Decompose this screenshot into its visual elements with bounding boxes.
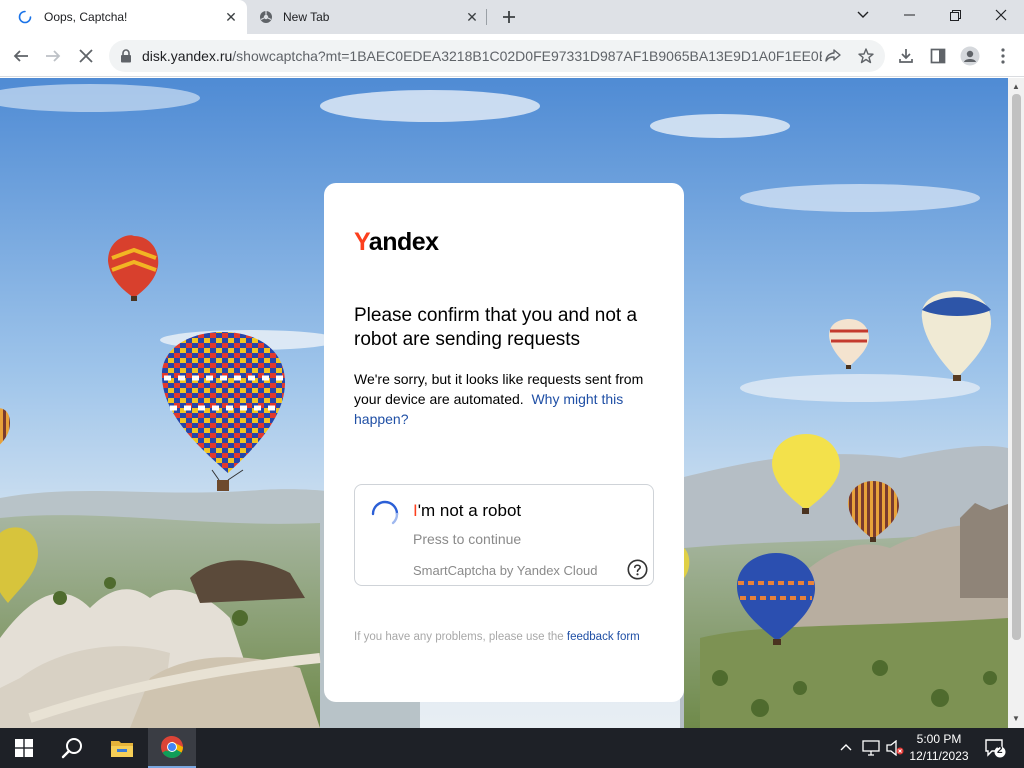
logo-letter: Y bbox=[354, 228, 369, 256]
more-icon[interactable] bbox=[990, 43, 1016, 69]
tab-title: Oops, Captcha! bbox=[44, 10, 128, 24]
back-arrow-icon[interactable] bbox=[8, 43, 34, 69]
star-icon[interactable] bbox=[855, 45, 877, 67]
checkbox-label-rest: 'm not a robot bbox=[417, 501, 522, 520]
smartcaptcha-brand: SmartCaptcha by Yandex Cloud bbox=[413, 563, 598, 578]
scroll-down-icon[interactable]: ▼ bbox=[1012, 714, 1020, 723]
clock-date: 12/11/2023 bbox=[909, 749, 969, 763]
clock-time: 5:00 PM bbox=[916, 732, 962, 746]
url-text[interactable]: disk.yandex.ru/showcaptcha?mt=1BAEC0EDEA… bbox=[142, 48, 822, 64]
tab-title: New Tab bbox=[283, 10, 330, 24]
tab-strip: Oops, Captcha! ✕ New Tab ✕ bbox=[0, 0, 1024, 34]
windows-start-icon[interactable] bbox=[0, 728, 48, 768]
tab-captcha[interactable]: Oops, Captcha! ✕ bbox=[0, 0, 247, 34]
network-icon[interactable] bbox=[862, 740, 880, 759]
side-panel-icon[interactable] bbox=[925, 43, 951, 69]
system-clock[interactable]: 5:00 PM 12/11/2023 bbox=[904, 731, 974, 765]
minimize-icon[interactable] bbox=[886, 0, 932, 30]
windows-taskbar: 5:00 PM 12/11/2023 2 bbox=[0, 728, 1024, 768]
captcha-description: We're sorry, but it looks like requests … bbox=[354, 369, 659, 429]
tab-search-chevron-icon[interactable] bbox=[840, 0, 886, 30]
restore-icon[interactable] bbox=[932, 0, 978, 30]
address-bar[interactable]: disk.yandex.ru/showcaptcha?mt=1BAEC0EDEA… bbox=[109, 40, 885, 72]
plus-icon[interactable] bbox=[499, 7, 519, 27]
volume-muted-icon[interactable] bbox=[886, 739, 904, 759]
loading-spinner-icon bbox=[18, 10, 32, 24]
notification-count: 2 bbox=[997, 745, 1003, 756]
feedback-form-link[interactable]: feedback form bbox=[567, 631, 640, 643]
not-a-robot-checkbox[interactable]: I'm not a robot Press to continue SmartC… bbox=[354, 484, 654, 586]
globe-icon bbox=[260, 11, 272, 23]
page-viewport: Yandex Please confirm that you and not a… bbox=[0, 78, 1008, 728]
captcha-heading: Please confirm that you and not a robot … bbox=[354, 305, 638, 350]
chrome-icon[interactable] bbox=[148, 728, 196, 768]
checkbox-label: I'm not a robot bbox=[413, 501, 521, 521]
close-icon[interactable]: ✕ bbox=[223, 9, 239, 25]
help-icon[interactable] bbox=[627, 559, 648, 580]
search-icon[interactable] bbox=[48, 728, 96, 768]
close-icon[interactable]: ✕ bbox=[464, 9, 480, 25]
file-explorer-icon[interactable] bbox=[98, 728, 146, 768]
stop-icon[interactable] bbox=[73, 43, 99, 69]
chevron-up-icon[interactable] bbox=[840, 739, 852, 754]
captcha-footer: If you have any problems, please use the… bbox=[354, 628, 654, 646]
profile-icon[interactable] bbox=[957, 43, 983, 69]
captcha-card: Yandex Please confirm that you and not a… bbox=[324, 183, 684, 702]
yandex-logo[interactable]: Yandex bbox=[354, 228, 439, 257]
loading-spinner-icon bbox=[371, 500, 399, 525]
url-path: /showcaptcha?mt=1BAEC0EDEA3218B1C02D0FE9… bbox=[232, 48, 822, 64]
share-icon[interactable] bbox=[822, 45, 844, 67]
browser-toolbar: disk.yandex.ru/showcaptcha?mt=1BAEC0EDEA… bbox=[0, 34, 1024, 77]
url-host: disk.yandex.ru bbox=[142, 48, 233, 64]
download-icon[interactable] bbox=[893, 43, 919, 69]
notification-icon[interactable]: 2 bbox=[984, 737, 1006, 762]
forward-arrow-icon[interactable] bbox=[40, 43, 66, 69]
close-window-icon[interactable] bbox=[978, 0, 1024, 30]
page-scrollbar[interactable]: ▲ ▼ bbox=[1008, 78, 1024, 728]
lock-icon[interactable] bbox=[120, 49, 132, 63]
scrollbar-thumb[interactable] bbox=[1012, 94, 1021, 640]
checkbox-subtitle: Press to continue bbox=[413, 531, 522, 547]
tab-divider bbox=[486, 9, 487, 25]
scroll-up-icon[interactable]: ▲ bbox=[1012, 82, 1020, 91]
footer-text: If you have any problems, please use the bbox=[354, 631, 564, 643]
logo-text: andex bbox=[368, 228, 439, 256]
tab-new-tab[interactable]: New Tab ✕ bbox=[247, 0, 488, 34]
